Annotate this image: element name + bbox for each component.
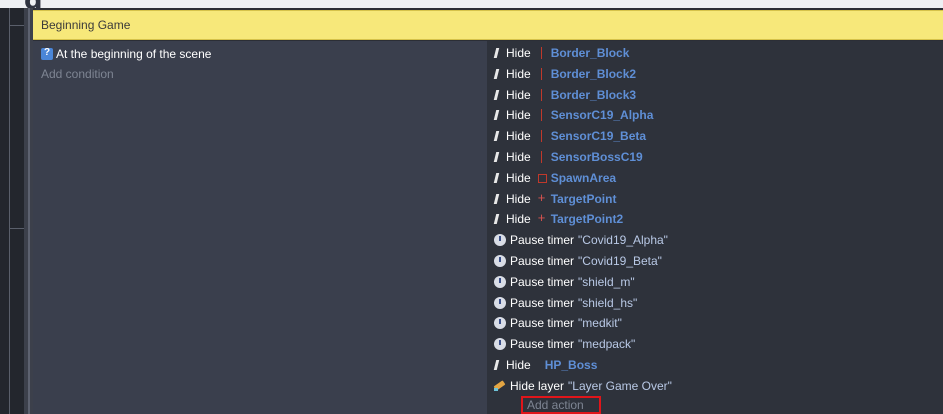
action-string-value: "shield_hs" [578,295,638,310]
action-verb: Pause timer [510,254,575,268]
hide-icon [494,89,502,101]
action-row[interactable]: Pause timer "shield_m" [494,273,635,291]
border-object-icon [537,47,547,59]
action-verb: Pause timer [510,337,575,352]
action-row[interactable]: Hide TargetPoint [494,190,616,208]
action-string-value: "medpack" [578,337,636,352]
group-title: Beginning Game [41,18,131,32]
event-indent-bar [24,8,33,414]
condition-row[interactable]: At the beginning of the scene [41,46,211,62]
action-string-value: "Covid19_Beta" [578,254,662,268]
action-row[interactable]: Hide TargetPoint2 [494,210,623,228]
action-object-name: SensorC19_Alpha [550,108,654,123]
action-verb: Hide [506,87,531,102]
action-verb: Hide [506,108,531,123]
action-row[interactable]: Pause timer "Covid19_Alpha" [494,231,668,249]
action-row[interactable]: Pause timer "Covid19_Beta" [494,252,662,270]
action-row[interactable]: Hide Border_Block [494,44,629,62]
hide-icon [494,193,502,205]
hide-icon [494,359,502,371]
hide-icon [494,172,502,184]
action-string-value: "shield_m" [578,274,635,289]
hide-icon [494,151,502,163]
action-object-name: HP_Boss [544,358,598,372]
action-verb: Pause timer [510,233,575,248]
hide-icon [494,109,502,121]
hide-icon [494,130,502,142]
layer-icon [494,380,506,392]
tree-line [9,8,10,414]
action-row[interactable]: Hide Border_Block2 [494,65,636,83]
action-verb: Pause timer [510,295,575,310]
action-row[interactable]: Hide SpawnArea [494,169,616,187]
action-verb: Hide [506,191,531,206]
action-row[interactable]: Pause timer "shield_hs" [494,294,637,312]
timer-icon [494,317,506,330]
action-object-name: Border_Block3 [550,87,637,102]
event-block: At the beginning of the scene Add condit… [33,41,943,414]
action-verb: Hide [506,66,531,81]
action-row[interactable]: Hide layer "Layer Game Over" [494,377,672,395]
tree-gutter [0,8,24,414]
condition-label: At the beginning of the scene [56,47,212,61]
target-object-icon [537,210,547,225]
border-object-icon [537,109,547,122]
action-string-value: "Covid19_Alpha" [578,233,668,248]
add-condition-link[interactable]: Add condition [41,67,114,81]
action-row[interactable]: Hide SensorBossC19 [494,148,643,166]
hide-icon [494,213,502,225]
action-verb: Hide layer [510,378,565,393]
action-row[interactable]: Hide HP_Boss [494,356,597,374]
action-object-name: TargetPoint2 [550,212,624,227]
hide-icon [494,47,502,59]
tree-tick [9,25,24,26]
spawn-object-icon [537,172,547,184]
action-row[interactable]: Hide SensorC19_Beta [494,127,646,145]
action-object-name: TargetPoint [550,191,617,206]
action-object-name: SensorC19_Beta [550,129,647,144]
action-object-name: Border_Block [550,46,630,60]
top-strip: g [0,0,943,16]
action-string-value: "Layer Game Over" [568,378,672,393]
add-action-link[interactable]: Add action [521,396,601,414]
conditions-panel[interactable]: At the beginning of the scene Add condit… [33,41,487,414]
action-row[interactable]: Hide Border_Block3 [494,86,636,104]
action-object-name: Border_Block2 [550,66,637,81]
action-verb: Pause timer [510,316,575,331]
timer-icon [494,275,506,288]
action-verb: Hide [506,150,531,164]
action-verb: Hide [506,170,531,185]
action-verb: Pause timer [510,274,575,289]
timer-icon [494,255,506,267]
action-verb: Hide [506,358,531,372]
border-object-icon [537,151,547,163]
action-verb: Hide [506,129,531,144]
tree-tick [9,228,24,229]
timer-icon [494,338,506,351]
indent-edge [28,8,30,414]
timer-icon [494,296,506,309]
action-string-value: "medkit" [578,316,622,331]
action-object-name: SensorBossC19 [550,150,643,164]
action-verb: Hide [506,212,531,227]
border-object-icon [537,130,547,143]
scene-start-icon [41,47,53,60]
action-verb: Hide [506,46,531,60]
target-object-icon [537,190,547,205]
border-object-icon [537,67,547,80]
action-object-name: SpawnArea [550,170,617,185]
action-row[interactable]: Pause timer "medpack" [494,335,635,353]
action-row[interactable]: Hide SensorC19_Alpha [494,106,653,124]
action-row[interactable]: Pause timer "medkit" [494,314,622,332]
border-object-icon [537,88,547,101]
timer-icon [494,234,506,247]
actions-panel[interactable]: Hide Border_Block Hide Border_Block2 Hide Bor… [487,41,943,414]
hide-icon [494,68,502,80]
event-group-header[interactable]: Beginning Game [33,10,943,40]
